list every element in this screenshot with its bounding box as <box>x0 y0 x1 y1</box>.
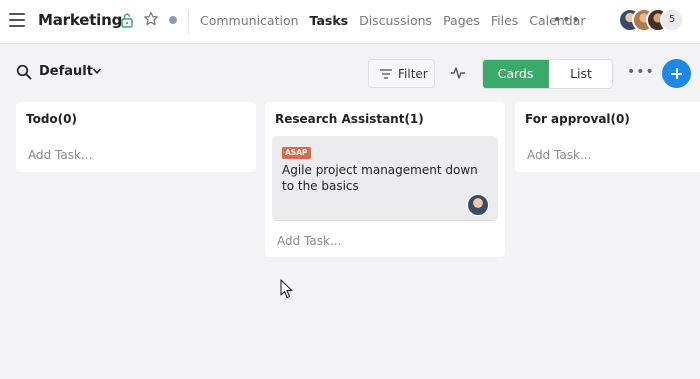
column-for-approval: For approval(0) Add Task... <box>515 102 700 172</box>
more-dots-icon[interactable]: ••• <box>553 12 581 28</box>
priority-tag: ASAP <box>282 147 311 159</box>
filter-icon <box>380 69 392 79</box>
top-bar: Marketing Communication Tasks Discussion… <box>0 0 700 44</box>
column-title: For approval(0) <box>525 112 630 126</box>
status-dot-icon[interactable] <box>169 16 177 24</box>
filter-label: Filter <box>398 67 428 81</box>
activity-pulse-icon[interactable] <box>450 65 466 81</box>
add-button[interactable] <box>662 59 691 88</box>
project-title: Marketing <box>38 11 123 29</box>
divider <box>188 10 189 34</box>
chevron-down-icon[interactable] <box>92 67 102 75</box>
cursor-icon <box>280 279 293 299</box>
hamburger-menu-icon[interactable] <box>9 13 25 27</box>
assignee-avatar[interactable] <box>467 194 489 216</box>
tab-discussions[interactable]: Discussions <box>359 13 432 28</box>
search-icon[interactable] <box>16 64 32 80</box>
tab-tasks[interactable]: Tasks <box>310 13 349 28</box>
view-mode-toggle: Cards List <box>482 59 613 89</box>
add-task-link[interactable]: Add Task... <box>527 148 591 162</box>
tab-files[interactable]: Files <box>491 13 518 28</box>
member-avatars[interactable]: 5 <box>618 8 694 34</box>
column-title: Research Assistant(1) <box>275 112 424 126</box>
more-dots-icon[interactable]: ••• <box>627 64 655 80</box>
list-view-button[interactable]: List <box>549 60 612 88</box>
filter-button[interactable]: Filter <box>368 59 435 88</box>
column-research-assistant: Research Assistant(1) ASAP Agile project… <box>265 102 505 257</box>
column-todo: Todo(0) Add Task... <box>16 102 256 172</box>
task-card[interactable]: ASAP Agile project management down to th… <box>272 136 498 221</box>
member-overflow-count[interactable]: 5 <box>660 8 684 32</box>
main-nav: Communication Tasks Discussions Pages Fi… <box>200 13 597 28</box>
lock-icon[interactable] <box>120 12 134 28</box>
tab-pages[interactable]: Pages <box>443 13 480 28</box>
tab-communication[interactable]: Communication <box>200 13 299 28</box>
cards-view-button[interactable]: Cards <box>483 60 549 88</box>
add-task-link[interactable]: Add Task... <box>277 234 341 248</box>
star-icon[interactable] <box>143 11 159 27</box>
column-title: Todo(0) <box>26 112 77 126</box>
view-selector[interactable]: Default <box>39 64 93 79</box>
add-task-link[interactable]: Add Task... <box>28 148 92 162</box>
task-title[interactable]: Agile project management down to the bas… <box>282 162 482 194</box>
